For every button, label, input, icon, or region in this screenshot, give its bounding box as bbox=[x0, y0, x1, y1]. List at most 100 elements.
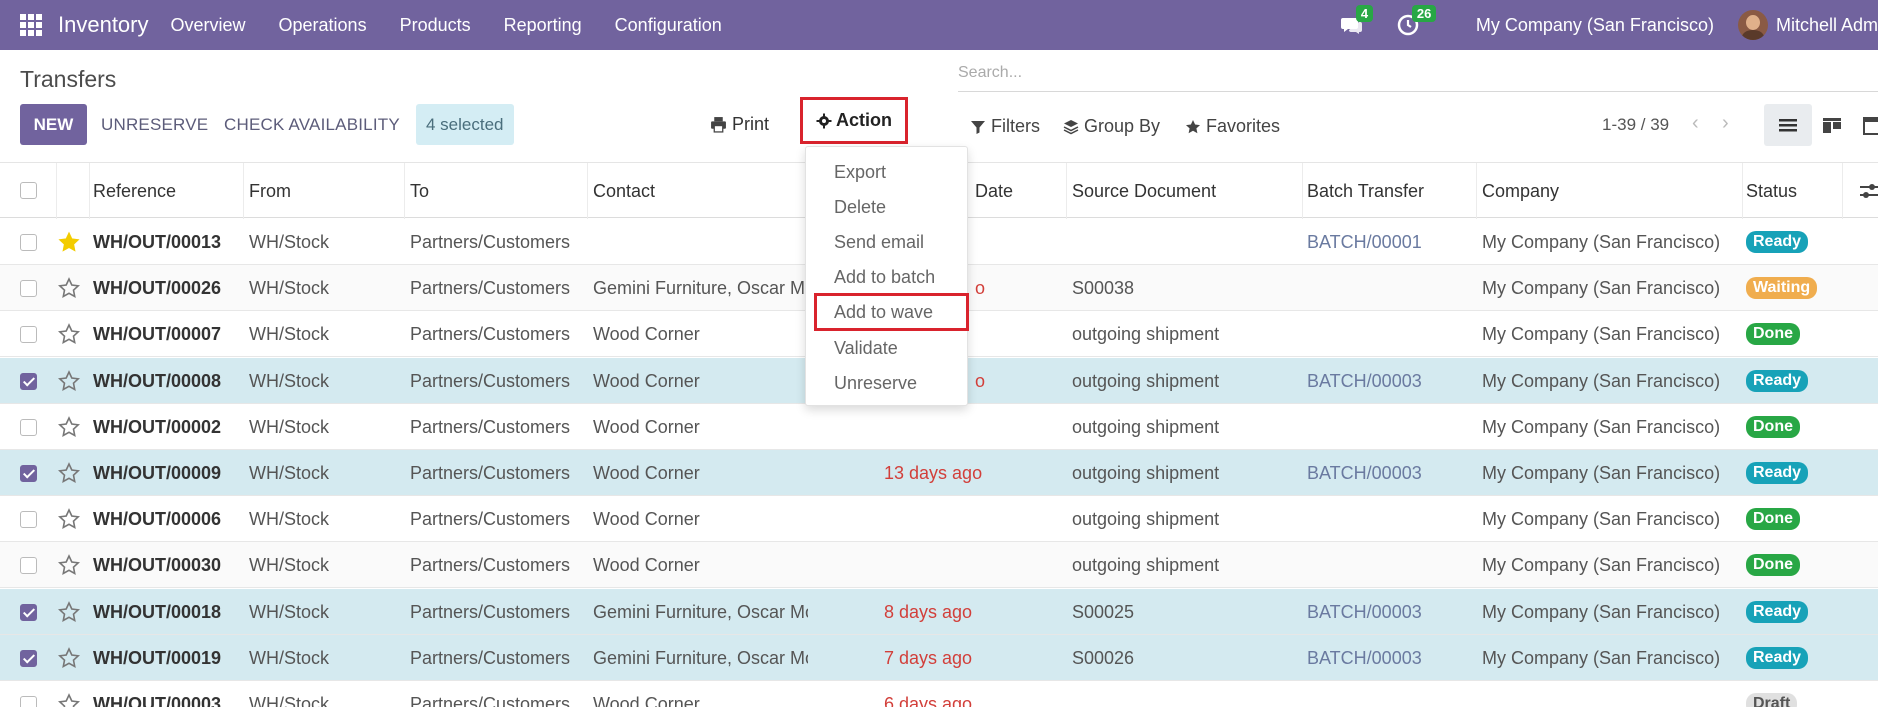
activities-button[interactable]: 26 bbox=[1396, 5, 1437, 37]
menu-overview[interactable]: Overview bbox=[171, 15, 246, 36]
header-batch-transfer[interactable]: Batch Transfer bbox=[1307, 163, 1424, 219]
company-switcher[interactable]: My Company (San Francisco) bbox=[1476, 15, 1714, 36]
action-validate[interactable]: Validate bbox=[834, 338, 898, 359]
cell-company: My Company (San Francisco) bbox=[1482, 647, 1721, 668]
new-button[interactable]: NEW bbox=[20, 104, 87, 145]
header-reference[interactable]: Reference bbox=[93, 163, 176, 219]
cell-to: Partners/Customers bbox=[410, 416, 571, 437]
cell-reference: WH/OUT/00002 bbox=[93, 416, 222, 437]
priority-star-icon[interactable] bbox=[58, 601, 80, 623]
user-avatar[interactable] bbox=[1737, 10, 1768, 40]
header-source-document[interactable]: Source Document bbox=[1072, 163, 1216, 219]
cell-batch-transfer[interactable]: BATCH/00003 bbox=[1307, 635, 1422, 681]
table-row[interactable]: WH/OUT/00006 WH/Stock Partners/Customers Wo… bbox=[0, 496, 1878, 542]
calendar-view-icon[interactable] bbox=[1862, 114, 1878, 136]
action-send-email[interactable]: Send email bbox=[834, 232, 924, 253]
table-row[interactable]: WH/OUT/00030 WH/Stock Partners/Customers Wo… bbox=[0, 542, 1878, 588]
cell-company: My Company (San Francisco) bbox=[1482, 554, 1721, 575]
print-label: Print bbox=[732, 114, 770, 134]
pager-previous-icon[interactable]: ‹ bbox=[1692, 112, 1699, 135]
menu-products[interactable]: Products bbox=[400, 15, 471, 36]
priority-star-icon[interactable] bbox=[58, 554, 80, 576]
cell-to: Partners/Customers bbox=[410, 231, 571, 252]
row-checkbox[interactable] bbox=[20, 511, 37, 528]
priority-star-icon[interactable] bbox=[58, 416, 80, 438]
pager-value[interactable]: 1-39 / 39 bbox=[1602, 115, 1669, 135]
user-menu[interactable]: Mitchell Adm bbox=[1776, 15, 1878, 36]
group-by-button[interactable]: Group By bbox=[1063, 116, 1160, 137]
cell-to: Partners/Customers bbox=[410, 277, 571, 298]
action-add-to-batch[interactable]: Add to batch bbox=[834, 267, 935, 288]
cell-batch-transfer[interactable]: BATCH/00003 bbox=[1307, 589, 1422, 635]
select-all-checkbox[interactable] bbox=[20, 182, 37, 199]
action-export[interactable]: Export bbox=[834, 162, 886, 183]
priority-star-icon[interactable] bbox=[58, 647, 80, 669]
star-icon bbox=[1186, 119, 1200, 133]
cell-reference: WH/OUT/00030 bbox=[93, 554, 222, 575]
priority-star-icon[interactable] bbox=[58, 462, 80, 484]
menu-operations[interactable]: Operations bbox=[279, 15, 367, 36]
pager-next-icon[interactable]: › bbox=[1722, 112, 1729, 135]
priority-star-icon[interactable] bbox=[58, 693, 80, 707]
selected-count-badge[interactable]: 4 selected bbox=[416, 104, 514, 145]
page-title[interactable]: Transfers bbox=[20, 66, 116, 93]
row-checkbox[interactable] bbox=[20, 465, 37, 482]
column-settings-icon[interactable] bbox=[1858, 181, 1878, 201]
priority-star-icon[interactable] bbox=[58, 508, 80, 530]
cell-batch-transfer[interactable]: BATCH/00003 bbox=[1307, 358, 1422, 404]
header-company[interactable]: Company bbox=[1482, 163, 1559, 219]
header-date[interactable]: Date bbox=[975, 163, 1013, 219]
priority-star-icon[interactable] bbox=[58, 323, 80, 345]
action-add-to-wave[interactable]: Add to wave bbox=[834, 302, 933, 323]
row-checkbox[interactable] bbox=[20, 234, 37, 251]
row-checkbox[interactable] bbox=[20, 280, 37, 297]
messages-button[interactable]: 4 bbox=[1340, 5, 1374, 37]
row-checkbox[interactable] bbox=[20, 604, 37, 621]
row-checkbox[interactable] bbox=[20, 326, 37, 343]
row-checkbox[interactable] bbox=[20, 650, 37, 667]
header-from[interactable]: From bbox=[249, 163, 291, 219]
status-badge: Done bbox=[1746, 554, 1800, 576]
row-checkbox[interactable] bbox=[20, 696, 37, 707]
filters-button[interactable]: Filters bbox=[970, 116, 1040, 137]
table-row[interactable]: WH/OUT/00009 WH/Stock Partners/Customers Wo… bbox=[0, 450, 1878, 496]
search-input[interactable]: Search... bbox=[958, 60, 1878, 92]
favorites-button[interactable]: Favorites bbox=[1185, 116, 1280, 137]
action-delete[interactable]: Delete bbox=[834, 197, 886, 218]
cell-source-document: outgoing shipment bbox=[1072, 508, 1220, 529]
app-brand[interactable]: Inventory bbox=[58, 12, 149, 38]
priority-star-icon[interactable] bbox=[58, 370, 80, 392]
header-status[interactable]: Status bbox=[1746, 163, 1797, 219]
table-row[interactable]: WH/OUT/00002 WH/Stock Partners/Customers Wo… bbox=[0, 404, 1878, 450]
kanban-view-icon[interactable] bbox=[1821, 114, 1843, 136]
table-row[interactable]: WH/OUT/00003 WH/Stock Partners/Customers Wo… bbox=[0, 681, 1878, 707]
cell-company: My Company (San Francisco) bbox=[1482, 462, 1721, 483]
cell-batch-transfer[interactable]: BATCH/00001 bbox=[1307, 219, 1422, 265]
row-checkbox[interactable] bbox=[20, 373, 37, 390]
table-row[interactable]: WH/OUT/00018 WH/Stock Partners/Customers Ge… bbox=[0, 589, 1878, 635]
menu-reporting[interactable]: Reporting bbox=[504, 15, 582, 36]
apps-grid-icon[interactable] bbox=[20, 14, 42, 36]
row-checkbox[interactable] bbox=[20, 419, 37, 436]
menu-configuration[interactable]: Configuration bbox=[615, 15, 722, 36]
priority-star-icon[interactable] bbox=[58, 277, 80, 299]
header-to[interactable]: To bbox=[410, 163, 429, 219]
action-unreserve[interactable]: Unreserve bbox=[834, 373, 917, 394]
table-row[interactable]: WH/OUT/00019 WH/Stock Partners/Customers Ge… bbox=[0, 635, 1878, 681]
cell-from: WH/Stock bbox=[249, 370, 330, 391]
cell-batch-transfer[interactable]: BATCH/00003 bbox=[1307, 450, 1422, 496]
action-button[interactable]: Action bbox=[800, 97, 908, 144]
row-checkbox[interactable] bbox=[20, 557, 37, 574]
list-view-icon[interactable] bbox=[1777, 114, 1799, 136]
unreserve-button[interactable]: UNRESERVE bbox=[101, 115, 208, 135]
cell-date: o bbox=[975, 277, 986, 298]
messages-count-badge: 4 bbox=[1355, 5, 1374, 22]
header-contact[interactable]: Contact bbox=[593, 163, 655, 219]
cell-to: Partners/Customers bbox=[410, 323, 571, 344]
status-badge: Draft bbox=[1746, 693, 1798, 707]
print-button[interactable]: Print bbox=[710, 114, 769, 135]
priority-star-icon[interactable] bbox=[58, 231, 80, 253]
check-availability-button[interactable]: CHECK AVAILABILITY bbox=[224, 115, 400, 135]
cell-reference: WH/OUT/00026 bbox=[93, 277, 222, 298]
cell-reference: WH/OUT/00009 bbox=[93, 462, 222, 483]
